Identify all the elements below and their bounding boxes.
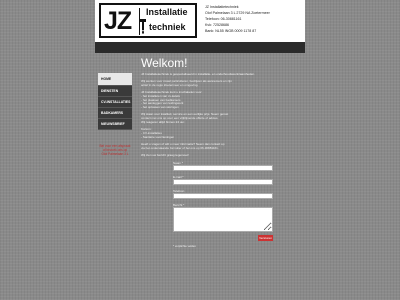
email-field[interactable] (173, 179, 273, 186)
logo-line-1: Installatie (146, 7, 188, 17)
sidebar-note-line: Olof Palmelaan 3 L (101, 152, 129, 157)
contact-form: Naam * E-mail * Telefoon Bericht * Verst… (141, 161, 275, 248)
intro-text: JZ Installatietechniek is gespecialiseer… (141, 73, 255, 76)
summary-list: Kortom: - CV-installaties - Sanitaire vo… (141, 128, 275, 140)
paragraph-5: Wij zien uw bericht graag tegemoet! (141, 154, 275, 158)
company-logo[interactable]: JZ Installatie techniek (99, 3, 197, 38)
phone-field[interactable] (173, 193, 273, 200)
text-line: - Sanitaire voorzieningen (141, 135, 175, 139)
intro-paragraph: JZ Installatietechniek is gespecialiseer… (141, 73, 275, 77)
message-field[interactable] (173, 207, 273, 233)
submit-button[interactable]: Versturen (258, 235, 273, 242)
sidebar-item-badkamers[interactable]: BADKAMERS (98, 108, 132, 119)
header: JZ Installatie techniek JZ Installatiete… (95, 0, 305, 42)
sidebar-nav: HOME DIENSTEN CV-INSTALLATIES BADKAMERS … (98, 73, 132, 157)
paragraph-3: Wij staan voor kwaliteit, service en een… (141, 113, 275, 125)
faucet-icon (140, 19, 146, 34)
name-field[interactable] (173, 165, 273, 172)
services-list: JZ Installatietechniek kunt u inschakele… (141, 91, 275, 111)
text-line: - het oplossen van storingen (141, 106, 179, 110)
main-content: Welkom! JZ Installatietechniek is gespec… (141, 56, 275, 248)
paragraph-4: Heeft u vragen of wilt u meer informatie… (141, 143, 275, 151)
logo-line-2: techniek (149, 22, 186, 32)
text-line: Wij zien uw bericht graag tegemoet! (141, 153, 189, 157)
contact-info: JZ Installatietechniek Olof Palmelaan 3 … (205, 4, 305, 34)
text-line: Wij reageren altijd binnen 24 uur. (141, 121, 185, 125)
logo-jz-text: JZ (104, 7, 132, 35)
sidebar-item-nieuwsbrief[interactable]: NIEUWSBRIEF (98, 119, 132, 130)
text-line: actief in de regio Zoetermeer en omgevin… (141, 83, 199, 87)
sidebar-note: Bel voor een afspraak of bezoek ons op O… (98, 144, 132, 157)
sidebar-item-cv-installaties[interactable]: CV-INSTALLATIES (98, 97, 132, 108)
sidebar-item-home[interactable]: HOME (98, 73, 132, 86)
top-bar (95, 42, 305, 53)
paragraph-2: Wij werken voor zowel particulieren, bed… (141, 80, 275, 88)
required-note: * verplichte velden (173, 244, 196, 249)
page-title: Welkom! (141, 56, 188, 70)
sidebar-item-diensten[interactable]: DIENSTEN (98, 86, 132, 97)
contact-bank: Bank: NL55 INGB 0009 1178 87 (205, 29, 257, 33)
text-line: via het onderstaande formulier of bel on… (141, 146, 219, 150)
